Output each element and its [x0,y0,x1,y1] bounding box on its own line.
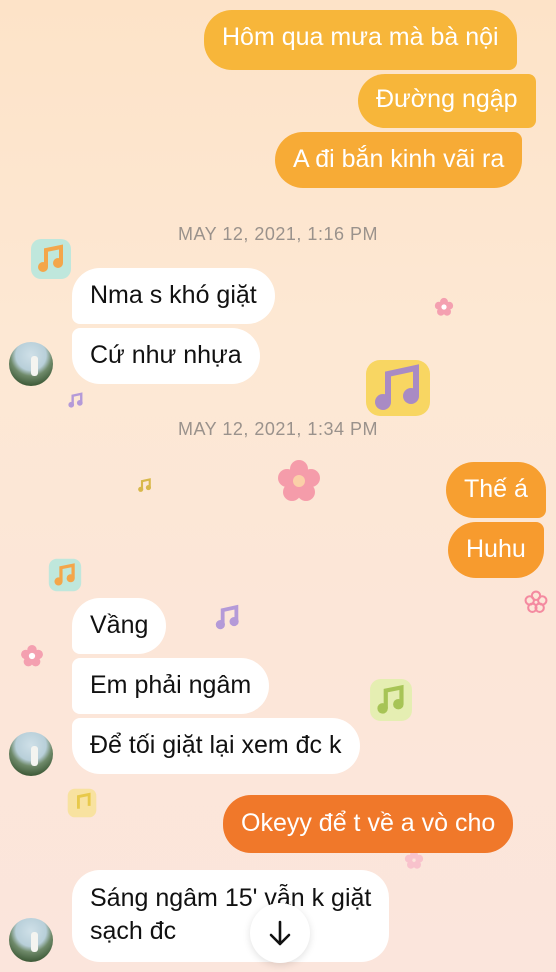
flower-icon [434,297,454,316]
message-timestamp: MAY 12, 2021, 1:34 PM [178,419,378,439]
incoming-message[interactable]: Vầng [72,598,167,654]
message-line: sạch đc [90,917,177,945]
incoming-message[interactable]: Cứ như nhựa [72,328,260,384]
music-note-icon [370,679,412,721]
message-line: Sáng ngâm 15' vẫn k giặt [90,884,372,912]
flower-icon [21,645,43,667]
message-timestamp: MAY 12, 2021, 1:16 PM [178,224,378,244]
outgoing-message[interactable]: Thế á [446,462,546,518]
flower-icon [404,850,424,869]
music-note-icon [366,360,430,416]
music-note-icon [68,392,83,408]
contact-avatar[interactable] [9,918,53,962]
outgoing-message[interactable]: Huhu [448,522,544,578]
outgoing-message[interactable]: A đi bắn kinh vãi ra [275,132,523,188]
outgoing-message[interactable]: Okeyy để t về a vò cho [223,795,514,853]
incoming-message[interactable]: Để tối giặt lại xem đc k [72,718,360,774]
scroll-to-bottom-button[interactable] [250,903,310,963]
outgoing-message[interactable]: Hôm qua mưa mà bà nội [204,10,517,70]
music-note-icon [67,788,97,818]
music-note-icon [138,478,151,492]
flower-icon [278,460,320,501]
outgoing-message[interactable]: Đường ngập [358,74,536,128]
contact-avatar[interactable] [9,342,53,386]
arrow-down-icon [269,920,291,946]
flower-icon [524,590,548,613]
music-note-icon [215,604,239,630]
incoming-message[interactable]: Sáng ngâm 15' vẫn k giặt sạch đc [72,870,390,962]
contact-avatar[interactable] [9,732,53,776]
incoming-message[interactable]: Nma s khó giặt [72,268,275,324]
music-note-icon [48,558,82,592]
incoming-message[interactable]: Em phải ngâm [72,658,270,714]
